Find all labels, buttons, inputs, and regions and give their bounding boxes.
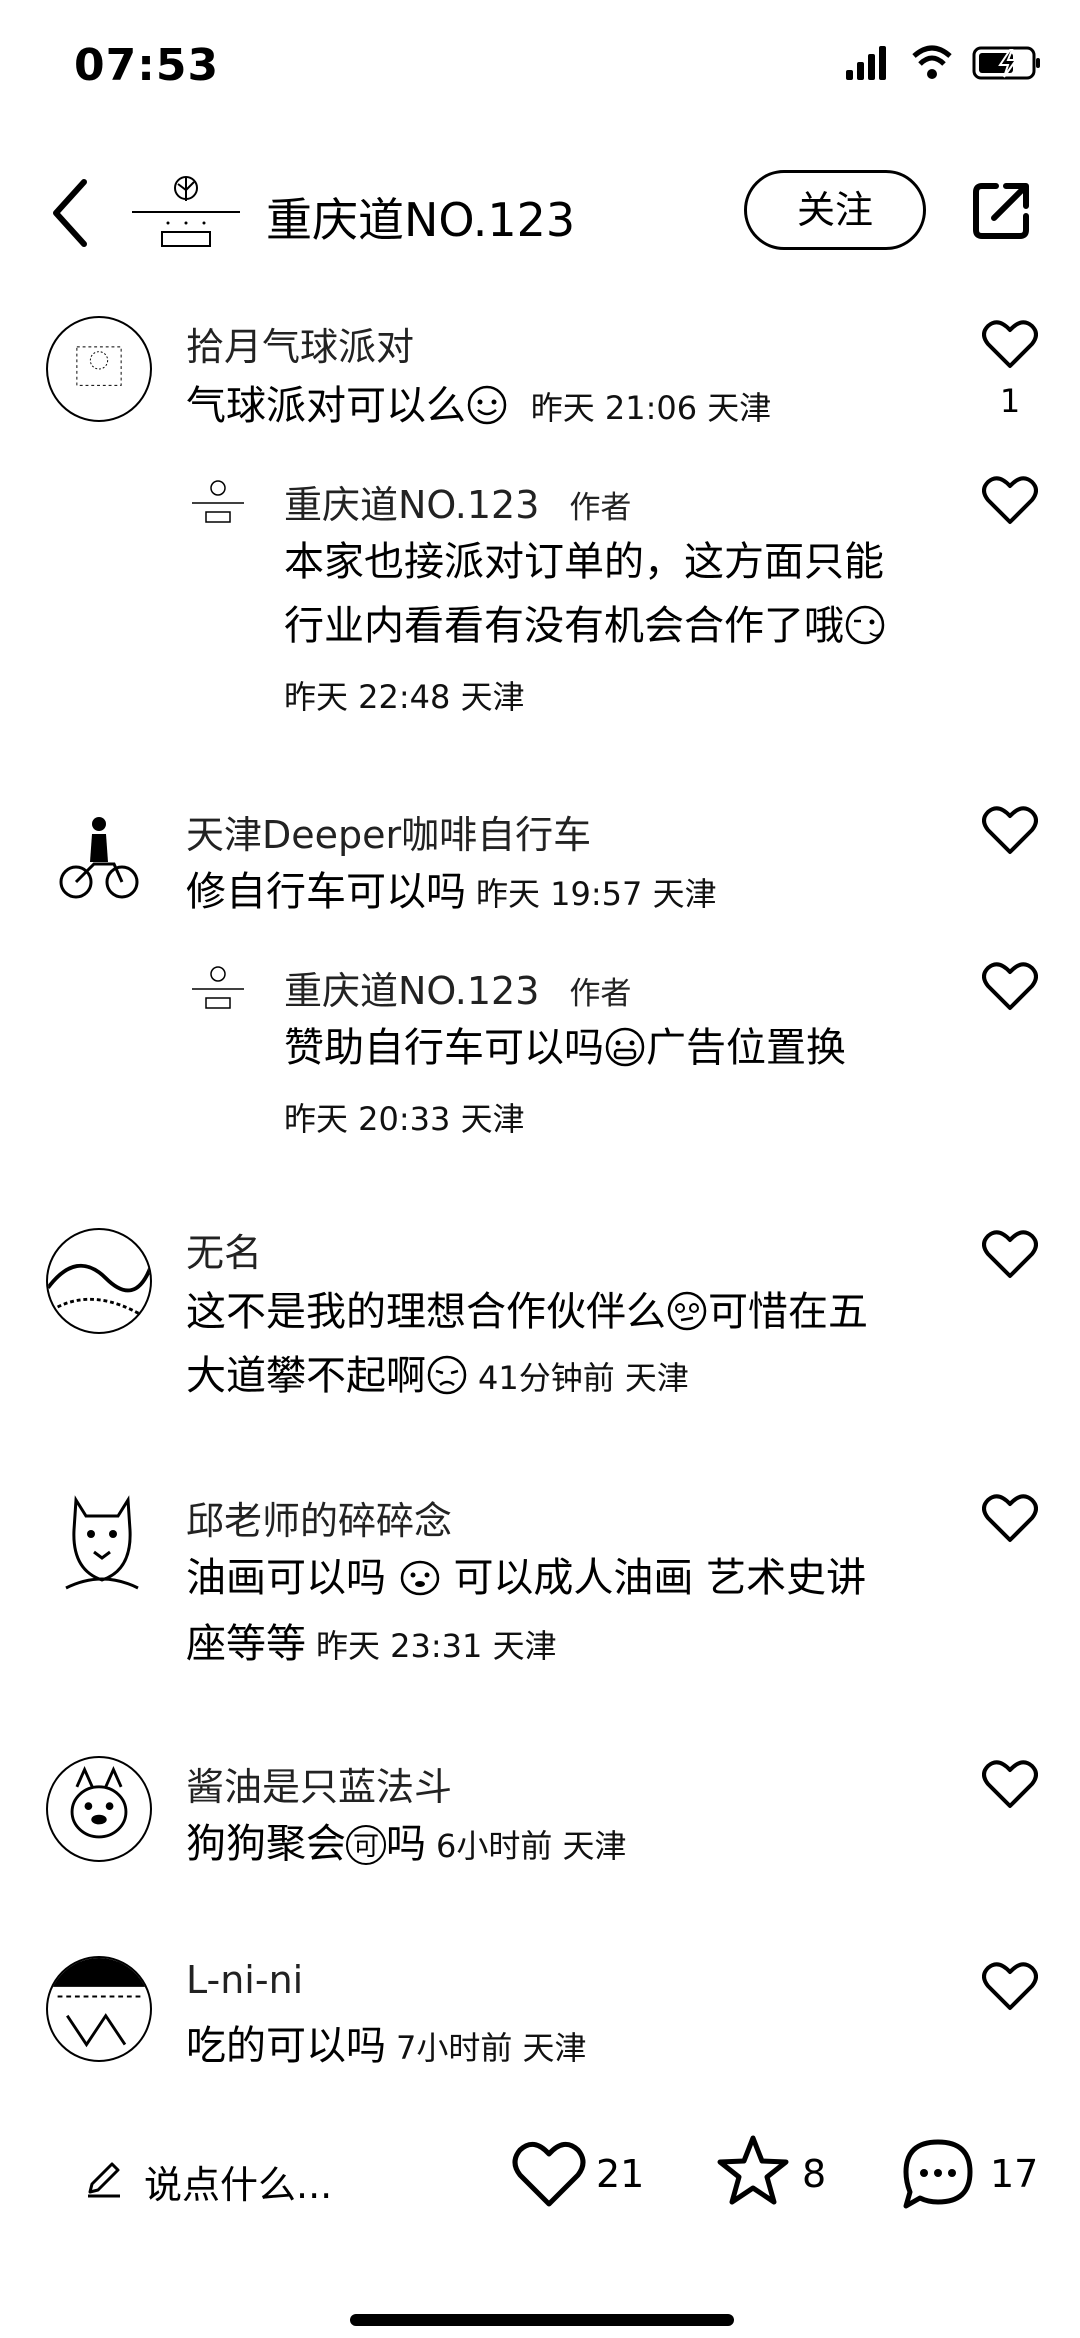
status-icons	[846, 45, 1040, 80]
author-badge: 作者	[569, 976, 632, 1012]
smile-emoji-icon	[467, 385, 507, 425]
reply-author[interactable]: 重庆道NO.123 作者	[284, 474, 631, 529]
comment-input-placeholder: 说点什么...	[144, 2163, 333, 2207]
author-badge: 作者	[569, 490, 632, 526]
page-title: 重庆道NO.123	[266, 193, 576, 247]
comment-author[interactable]: 邱老师的碎碎念	[186, 1490, 452, 1545]
comment-text: 吃的可以吗 7小时前 天津	[186, 2023, 587, 2069]
smirk-emoji-icon	[667, 1291, 707, 1331]
happy-emoji-icon	[400, 1560, 439, 1596]
wifi-icon	[912, 45, 952, 79]
avatar[interactable]	[46, 1756, 152, 1862]
comment-author[interactable]: L-ni-ni	[186, 1958, 303, 2002]
reply-text-line2: 行业内看看有没有机会合作了哦	[284, 594, 886, 658]
pencil-icon	[88, 2162, 120, 2198]
signal-icon	[846, 46, 886, 80]
comment-text-line1: 油画可以吗 可以成人油画 艺术史讲	[186, 1555, 867, 1601]
reply-author[interactable]: 重庆道NO.123 作者	[284, 960, 631, 1015]
grin-emoji-icon	[605, 1027, 645, 1067]
like-heart-icon[interactable]	[982, 318, 1038, 370]
like-count: 1	[999, 382, 1021, 420]
comment-bubble-icon[interactable]	[900, 2136, 976, 2212]
like-heart-icon[interactable]	[512, 2140, 586, 2208]
like-heart-icon[interactable]	[982, 804, 1038, 856]
like-heart-icon[interactable]	[982, 1228, 1038, 1280]
like-heart-icon[interactable]	[982, 960, 1038, 1012]
author-avatar[interactable]	[190, 478, 246, 528]
avatar[interactable]	[58, 812, 140, 902]
like-heart-icon[interactable]	[982, 1758, 1038, 1810]
comment-count: 17	[990, 2152, 1039, 2196]
crying-emoji-icon	[427, 1355, 467, 1395]
star-count: 8	[802, 2152, 827, 2196]
reply-text-line1: 本家也接派对订单的，这方面只能	[284, 539, 884, 585]
comment-author[interactable]: 拾月气球派对	[186, 316, 414, 371]
comment-input[interactable]: 说点什么...	[84, 2148, 384, 2208]
comment-text-line2: 座等等 昨天 23:31 天津	[186, 1621, 557, 1667]
comment-text-line1: 这不是我的理想合作伙伴么 可惜在五	[186, 1289, 868, 1335]
follow-button[interactable]: 关注	[744, 170, 926, 250]
comment-text: 修自行车可以吗 昨天 19:57 天津	[186, 869, 717, 915]
author-avatar[interactable]	[190, 964, 246, 1014]
comment-author[interactable]: 酱油是只蓝法斗	[186, 1756, 452, 1811]
brand-logo[interactable]	[128, 168, 244, 254]
reply-text: 赞助自行车可以吗 广告位置换	[284, 1025, 846, 1071]
avatar[interactable]	[46, 316, 152, 422]
comment-author[interactable]: 天津Deeper咖啡自行车	[186, 804, 591, 859]
comment-text: 气球派对可以么 昨天 21:06 天津	[186, 383, 772, 429]
like-heart-icon[interactable]	[982, 1492, 1038, 1544]
avatar[interactable]	[46, 1228, 152, 1334]
like-heart-icon[interactable]	[982, 474, 1038, 526]
star-icon[interactable]	[716, 2134, 790, 2208]
avatar[interactable]	[56, 1490, 148, 1590]
avatar[interactable]	[46, 1956, 152, 2062]
reply-meta: 昨天 22:48 天津	[284, 678, 525, 716]
comment-author[interactable]: 无名	[186, 1222, 262, 1277]
battery-charging-icon	[972, 46, 1040, 80]
status-time: 07:53	[74, 40, 220, 91]
home-indicator[interactable]	[350, 2314, 734, 2326]
comment-text-line2: 大道攀不起啊 41分钟前 天津	[186, 1353, 689, 1399]
ke-sticker-icon: 可	[346, 1825, 386, 1865]
like-heart-icon[interactable]	[982, 1960, 1038, 2012]
like-count: 21	[596, 2152, 645, 2196]
reply-meta: 昨天 20:33 天津	[284, 1100, 525, 1138]
wink-emoji-icon	[845, 605, 885, 645]
share-icon[interactable]	[970, 180, 1032, 242]
comment-text: 狗狗聚会可吗 6小时前 天津	[186, 1821, 627, 1867]
back-arrow-icon[interactable]	[48, 176, 98, 250]
